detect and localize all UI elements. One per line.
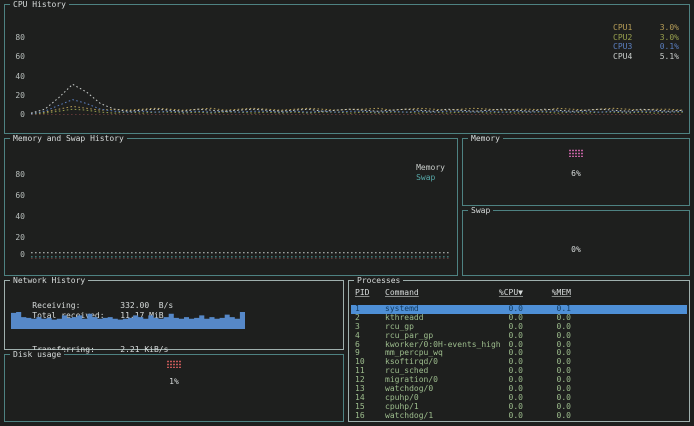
cpu-ytick-80: 80 — [9, 34, 25, 42]
processes-title: Processes — [354, 276, 403, 285]
cpu-legend-row-1: CPU1 3.0% — [613, 23, 679, 33]
processes-header-row: PID Command %CPU▼ %MEM — [351, 289, 687, 298]
swap-gauge-title: Swap — [468, 206, 493, 215]
memory-swap-chart — [31, 155, 451, 259]
cpu2-value: 3.0% — [660, 33, 679, 43]
memory-swap-history-panel: Memory and Swap History 80 60 40 20 0 Me… — [4, 138, 458, 276]
cpu-ytick-0: 0 — [9, 111, 25, 119]
process-cpu: 0.0 — [489, 412, 523, 421]
network-history-title: Network History — [10, 276, 88, 285]
cpu-history-title: CPU History — [10, 0, 69, 9]
column-header-pid[interactable]: PID — [355, 289, 385, 298]
transferring-value: 2.21 KiB/s — [120, 345, 168, 354]
cpu4-value: 5.1% — [660, 52, 679, 62]
cpu-history-chart — [31, 19, 683, 115]
process-pid: 16 — [355, 412, 385, 421]
process-rows: 1 systemd 0.0 0.1 2 kthreadd 0.0 0.0 3 r… — [351, 305, 687, 421]
cpu-legend-row-3: CPU3 0.1% — [613, 42, 679, 52]
cpu-ytick-20: 20 — [9, 92, 25, 100]
network-history-panel: Network History Receiving:332.00 B/s Tot… — [4, 280, 344, 350]
memory-swap-history-title: Memory and Swap History — [10, 134, 127, 143]
column-header-cpu-sort[interactable]: %CPU▼ — [489, 289, 523, 298]
swap-gauge-panel: Swap 0% — [462, 210, 690, 276]
cpu4-label: CPU4 — [613, 52, 632, 62]
memswap-ytick-20: 20 — [9, 234, 25, 242]
cpu-ytick-60: 60 — [9, 53, 25, 61]
cpu-history-panel: CPU History 80 60 40 20 0 CPU1 3.0% CPU2… — [4, 4, 690, 134]
cpu1-value: 3.0% — [660, 23, 679, 33]
cpu1-label: CPU1 — [613, 23, 632, 33]
memory-gauge-title: Memory — [468, 134, 503, 143]
column-header-command[interactable]: Command — [385, 289, 489, 298]
process-command: watchdog/1 — [385, 412, 489, 421]
memory-legend-label: Memory — [416, 163, 445, 173]
memswap-ytick-60: 60 — [9, 192, 25, 200]
disk-usage-panel: Disk usage 1% — [4, 354, 344, 422]
cpu2-label: CPU2 — [613, 33, 632, 43]
gtop-terminal-screen: { "colors": { "background": "#1e1f1e", "… — [0, 0, 694, 426]
memswap-ytick-40: 40 — [9, 213, 25, 221]
memswap-ytick-80: 80 — [9, 171, 25, 179]
processes-panel: Processes PID Command %CPU▼ %MEM 1 syste… — [348, 280, 690, 422]
cpu-ytick-40: 40 — [9, 73, 25, 81]
cpu-legend-row-2: CPU2 3.0% — [613, 33, 679, 43]
disk-usage-title: Disk usage — [10, 350, 64, 359]
process-mem: 0.0 — [537, 412, 571, 421]
process-row[interactable]: 16 watchdog/1 0.0 0.0 — [351, 412, 687, 421]
cpu-legend-row-4: CPU4 5.1% — [613, 52, 679, 62]
network-sparkline — [11, 312, 245, 329]
memory-swap-legend: Memory Swap — [416, 163, 445, 183]
swap-gauge-value: 0% — [463, 245, 689, 254]
memswap-ytick-0: 0 — [9, 251, 25, 259]
disk-gauge-dots — [167, 360, 182, 368]
memory-gauge-dots — [569, 149, 584, 157]
cpu-legend: CPU1 3.0% CPU2 3.0% CPU3 0.1% CPU4 5.1% — [613, 23, 679, 61]
swap-legend-label: Swap — [416, 173, 445, 183]
memory-gauge-value: 6% — [463, 169, 689, 178]
disk-gauge-value: 1% — [5, 377, 343, 386]
memory-gauge-panel: Memory 6% — [462, 138, 690, 206]
column-header-mem[interactable]: %MEM — [537, 289, 571, 298]
cpu3-value: 0.1% — [660, 42, 679, 52]
cpu3-label: CPU3 — [613, 42, 632, 52]
